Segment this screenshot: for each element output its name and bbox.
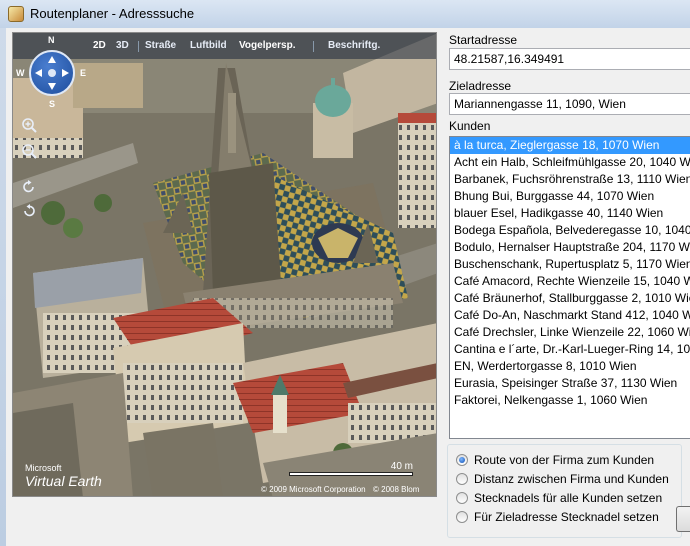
compass-east-label: E	[80, 68, 87, 78]
scale-label: 40 m	[390, 461, 413, 472]
radio-label: Stecknadels für alle Kunden setzen	[474, 491, 663, 505]
option-distance-company-customer[interactable]: Distanz zwischen Firma und Kunden	[456, 470, 669, 488]
app-icon	[8, 6, 24, 22]
logo-company: Microsoft	[25, 463, 62, 473]
start-address-label: Startadresse	[449, 33, 518, 47]
view-3d-button[interactable]: 3D	[116, 40, 129, 51]
aerial-image	[13, 33, 436, 496]
rotate-right-icon[interactable]	[21, 179, 37, 195]
pan-arrows-icon	[35, 56, 69, 90]
radio-button[interactable]	[456, 454, 468, 466]
customers-label: Kunden	[449, 119, 491, 133]
customer-list-item[interactable]: Café Bräunerhof, Stallburggasse 2, 1010 …	[450, 290, 690, 307]
scale-bar	[289, 472, 413, 476]
customer-list-item[interactable]: Café Drechsler, Linke Wienzeile 22, 1060…	[450, 324, 690, 341]
radio-button[interactable]	[456, 473, 468, 485]
window-title: Routenplaner - Adresssuche	[30, 6, 195, 21]
view-2d-button[interactable]: 2D	[93, 40, 106, 51]
zoom-out-icon[interactable]	[21, 143, 37, 159]
toolbar-separator	[313, 41, 314, 52]
view-birdseye-button[interactable]: Vogelpersp.	[239, 40, 296, 51]
app-window: Routenplaner - Adresssuche 2D 3D Straße …	[0, 0, 690, 546]
labels-toggle-button[interactable]: Beschriftg.	[328, 40, 380, 51]
client-area: 2D 3D Straße Luftbild Vogelpersp. Beschr…	[6, 28, 690, 546]
map-scale: 40 m	[289, 461, 413, 477]
customer-list-item[interactable]: Eurasia, Speisinger Straße 37, 1130 Wien	[450, 375, 690, 392]
compass-south-label: S	[49, 99, 56, 109]
title-bar[interactable]: Routenplaner - Adresssuche	[0, 0, 690, 28]
option-pins-all-customers[interactable]: Stecknadels für alle Kunden setzen	[456, 489, 662, 507]
customer-list-item[interactable]: Barbanek, Fuchsröhrenstraße 13, 1110 Wie…	[450, 171, 690, 188]
customer-list-item[interactable]: Cantina e l´arte, Dr.-Karl-Lueger-Ring 1…	[450, 341, 690, 358]
radio-button[interactable]	[456, 492, 468, 504]
customer-list-item[interactable]: Café Do-An, Naschmarkt Stand 412, 1040 W…	[450, 307, 690, 324]
customer-list-item[interactable]: Bodulo, Hernalser Hauptstraße 204, 1170 …	[450, 239, 690, 256]
zoom-in-icon[interactable]	[21, 117, 37, 133]
map-view[interactable]: 2D 3D Straße Luftbild Vogelpersp. Beschr…	[12, 32, 437, 497]
virtual-earth-logo: Microsoft Virtual Earth	[25, 463, 102, 489]
radio-label: Route von der Firma zum Kunden	[474, 453, 655, 467]
customer-list-item[interactable]: Buschenschank, Rupertusplatz 5, 1170 Wie…	[450, 256, 690, 273]
view-aerial-button[interactable]: Luftbild	[190, 40, 227, 51]
logo-product: Virtual Earth	[25, 473, 102, 489]
copyright-blom: © 2008 Blom	[373, 485, 420, 494]
toolbar-separator	[138, 41, 139, 52]
customer-list-item[interactable]: Café Amacord, Rechte Wienzeile 15, 1040 …	[450, 273, 690, 290]
destination-address-field[interactable]: Mariannengasse 11, 1090, Wien	[449, 93, 690, 115]
radio-button[interactable]	[456, 511, 468, 523]
compass-north-label: N	[48, 35, 55, 45]
compass-west-label: W	[16, 68, 25, 78]
customer-list-item[interactable]: à la turca, Zieglergasse 18, 1070 Wien	[450, 137, 690, 154]
rotate-left-icon[interactable]	[21, 203, 37, 219]
options-group: Route von der Firma zum Kunden Distanz z…	[447, 444, 682, 538]
option-route-company-to-customer[interactable]: Route von der Firma zum Kunden	[456, 451, 654, 469]
compass-pan-control[interactable]	[29, 50, 75, 96]
customer-list-item[interactable]: Bhung Bui, Burggasse 44, 1070 Wien	[450, 188, 690, 205]
customer-list-item[interactable]: Faktorei, Nelkengasse 1, 1060 Wien	[450, 392, 690, 409]
customer-list-item[interactable]: EN, Werdertorgasse 8, 1010 Wien	[450, 358, 690, 375]
destination-address-label: Zieladresse	[449, 79, 512, 93]
customer-list-item[interactable]: Bodega Española, Belvederegasse 10, 1040…	[450, 222, 690, 239]
start-address-field[interactable]: 48.21587,16.349491	[449, 48, 690, 70]
customer-list[interactable]: à la turca, Zieglergasse 18, 1070 Wien Ac…	[449, 136, 690, 439]
view-road-button[interactable]: Straße	[145, 40, 176, 51]
customer-list-item[interactable]: blauer Esel, Hadikgasse 40, 1140 Wien	[450, 205, 690, 222]
radio-label: Für Zieladresse Stecknadel setzen	[474, 510, 659, 524]
copyright-microsoft: © 2009 Microsoft Corporation	[261, 485, 366, 494]
map-toolbar: 2D 3D Straße Luftbild Vogelpersp. Beschr…	[13, 33, 436, 59]
radio-label: Distanz zwischen Firma und Kunden	[474, 472, 669, 486]
option-pin-destination[interactable]: Für Zieladresse Stecknadel setzen	[456, 508, 659, 526]
action-button-partial[interactable]	[676, 506, 690, 532]
customer-list-item[interactable]: Acht ein Halb, Schleifmühlgasse 20, 1040…	[450, 154, 690, 171]
